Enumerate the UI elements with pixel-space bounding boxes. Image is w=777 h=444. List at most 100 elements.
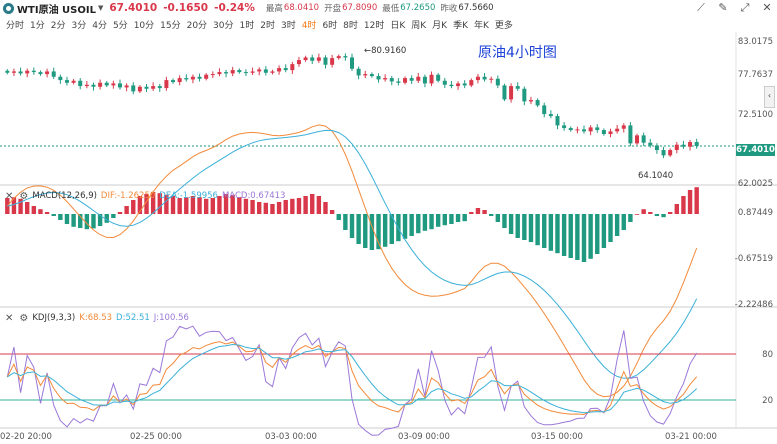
candle-body <box>177 78 182 83</box>
timeframe-8[interactable]: 20分 <box>187 18 207 31</box>
candle-body <box>250 71 255 73</box>
macd-bar <box>31 206 37 214</box>
timeframe-15[interactable]: 8时 <box>343 18 358 31</box>
high-label: 最高 <box>265 4 283 14</box>
macd-bar <box>276 202 282 214</box>
candle-body <box>429 74 434 84</box>
macd-bar <box>131 200 136 214</box>
timeframe-4[interactable]: 4分 <box>92 18 107 31</box>
candle-body <box>197 76 202 79</box>
timeframe-18[interactable]: 周K <box>411 18 426 31</box>
chart-canvas[interactable] <box>0 32 777 444</box>
candle-body <box>71 80 76 83</box>
open-value: 67.8090 <box>342 3 378 13</box>
line-tool-icon[interactable]: ⟋ <box>695 2 707 14</box>
timeframe-9[interactable]: 30分 <box>213 18 233 31</box>
candle-body <box>11 71 16 73</box>
candle-body <box>51 71 56 77</box>
price-tick: 72.5100 <box>737 110 773 120</box>
candle-body <box>668 150 673 156</box>
macd-bar <box>489 214 494 216</box>
candle-body <box>548 114 553 117</box>
kdj-name: KDJ(9,3,3) <box>32 313 76 323</box>
macd-bar <box>542 214 547 248</box>
fullscreen-icon[interactable]: ⤢ <box>739 2 751 14</box>
candle-body <box>495 78 500 86</box>
macd-bar <box>111 214 116 218</box>
brush-icon[interactable]: ✎ <box>717 2 729 14</box>
macd-bar <box>429 214 434 230</box>
close-icon[interactable]: ✕ <box>5 313 13 324</box>
chart-title: 原油4小时图 <box>478 45 557 61</box>
macd-bar <box>535 214 540 246</box>
timeframe-7[interactable]: 15分 <box>160 18 180 31</box>
timeframe-3[interactable]: 3分 <box>71 18 86 31</box>
candle-body <box>568 128 573 131</box>
timeframe-20[interactable]: 季K <box>453 18 468 31</box>
candle-body <box>111 83 116 86</box>
macd-bar <box>124 206 129 214</box>
candle-body <box>515 86 520 89</box>
chevron-down-icon[interactable]: ▼ <box>98 4 103 12</box>
candle-body <box>78 80 83 87</box>
timeframe-2[interactable]: 2分 <box>51 18 66 31</box>
price-tick: 83.0175 <box>737 37 773 47</box>
timeframe-14[interactable]: 6时 <box>322 18 337 31</box>
macd-bar <box>634 214 640 215</box>
price-change-pct: -0.24% <box>214 2 255 14</box>
candle-body <box>502 85 507 100</box>
settings-icon[interactable]: ⚙ <box>19 191 28 202</box>
macd-bar <box>667 212 673 214</box>
candle-body <box>164 80 169 89</box>
candle-body <box>369 74 374 77</box>
timeframe-0[interactable]: 分时 <box>6 18 24 31</box>
close-icon[interactable]: ✕ <box>5 191 13 202</box>
candle-body <box>303 57 308 61</box>
low-label: 最低 <box>382 4 400 14</box>
macd-bar <box>329 210 335 214</box>
candle-body <box>509 86 514 100</box>
timeframe-17[interactable]: 日K <box>390 18 405 31</box>
timeframe-16[interactable]: 12时 <box>364 18 384 31</box>
close-icon[interactable]: ✕ <box>761 2 773 14</box>
candle-body <box>688 142 693 147</box>
settings-icon[interactable]: ⚙ <box>19 313 28 324</box>
low-value: 67.2650 <box>400 3 436 13</box>
timeframe-22[interactable]: 更多 <box>495 18 513 31</box>
macd-bar <box>502 214 507 228</box>
kdj-tick: 20 <box>762 396 773 406</box>
candle-body <box>635 135 640 144</box>
kdj-j: J:100.56 <box>153 313 189 323</box>
candle-body <box>456 83 461 87</box>
timeframe-19[interactable]: 月K <box>432 18 447 31</box>
timeframe-12[interactable]: 3时 <box>281 18 296 31</box>
macd-bar <box>674 204 679 214</box>
timeframe-10[interactable]: 1时 <box>240 18 255 31</box>
macd-bar <box>568 214 573 258</box>
macd-bar <box>91 214 96 229</box>
macd-bar <box>51 214 56 216</box>
candle-body <box>409 78 414 81</box>
timeframe-6[interactable]: 10分 <box>134 18 154 31</box>
candle-body <box>542 105 547 115</box>
macd-bar <box>402 214 408 239</box>
macd-bar <box>336 214 341 220</box>
macd-bar <box>601 214 607 248</box>
macd-bar <box>694 187 699 214</box>
candle-body <box>654 145 659 151</box>
candle-body <box>343 56 348 58</box>
timeframe-13[interactable]: 4时 <box>302 18 317 31</box>
symbol-name[interactable]: WTI原油 USOIL <box>17 1 96 16</box>
macd-bar <box>455 214 461 222</box>
timeframe-5[interactable]: 5分 <box>113 18 128 31</box>
timeframe-1[interactable]: 1分 <box>30 18 45 31</box>
candle-body <box>151 86 156 89</box>
timeframe-11[interactable]: 2时 <box>260 18 275 31</box>
macd-tick: -0.67519 <box>734 254 773 264</box>
timeframe-21[interactable]: 年K <box>474 18 489 31</box>
candle-body <box>323 57 328 65</box>
candle-body <box>243 72 248 74</box>
x-tick: 02-25 00:00 <box>130 432 182 442</box>
collapse-panel-button[interactable]: ‹ <box>764 86 775 108</box>
macd-bar <box>435 214 441 227</box>
